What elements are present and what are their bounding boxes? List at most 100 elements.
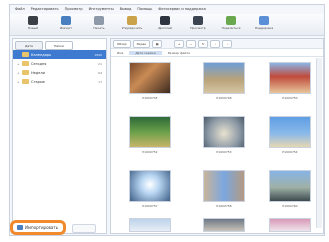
tree-item-label: Старые [31,79,45,84]
folder-icon [22,52,29,57]
import-icon [17,225,23,230]
thumbnail-label: P1000758 [216,204,232,208]
thumbnail[interactable] [269,62,311,94]
toolbar-label: Дисплей [158,26,172,30]
expand-icon[interactable]: + [17,80,20,84]
tree-item-calendar[interactable]: − Календарь 1840 [13,50,106,59]
thumbnail-panel: Обзор Экран ▦ + − ↻ ‹ › Имя Дата съёмки … [110,38,324,234]
vertical-scrollbar[interactable] [316,58,322,228]
toolbar-import-button[interactable]: Импорт [51,14,81,34]
app-window: Файл Редактировать Просмотр Инструменты … [9,4,325,236]
thumbnail[interactable] [129,218,171,232]
menu-photoservice[interactable]: Фотосервис и поддержка [158,7,205,11]
thumbnail-label: P1000757 [142,204,158,208]
thumbnail-label: P1000752 [142,150,158,154]
folder-tree: − Календарь 1840 + Сегодня 21 + Недели 6… [13,50,106,86]
toolbar-label: Импорт [60,26,72,30]
expand-icon[interactable]: + [17,62,20,66]
monitor-icon [28,16,38,25]
rotate-icon[interactable]: ↻ [198,39,209,48]
toolbar-display-button[interactable]: Дисплей [150,14,180,34]
thumbnail-label: P1000760 [282,204,298,208]
secondary-button[interactable] [72,224,96,233]
folder-icon [22,79,29,84]
tree-item-label: Календарь [31,52,52,57]
thumbnail[interactable] [269,170,311,202]
zoom-in-icon[interactable]: + [174,39,185,48]
toolbar-print-button[interactable]: Печать [84,14,114,34]
previous-icon[interactable]: ‹ [210,39,221,48]
toolbar-support-button[interactable]: Поддержка [249,14,279,34]
thumbnail[interactable] [269,218,311,232]
thumbnail-label: P1000753 [216,150,232,154]
tree-item-weeks[interactable]: + Недели 64 [13,68,106,77]
thumbnail-label: P1000750 [282,96,298,100]
print-icon [94,16,104,25]
menu-help[interactable]: Помощь [137,7,152,11]
zoom-out-icon[interactable]: − [186,39,197,48]
toolbar-label: Поделиться [221,26,241,30]
toolbar-label: Новый [27,26,39,30]
menu-edit[interactable]: Редактировать [31,7,59,11]
toolbar-new-button[interactable]: Новый [18,14,48,34]
import-button-label: Импортировать [25,225,59,230]
tree-item-today[interactable]: + Сегодня 21 [13,59,106,68]
tab-folders[interactable]: Папки [45,41,73,50]
menu-tools[interactable]: Инструменты [89,7,114,11]
menu-file[interactable]: Файл [15,7,25,11]
next-icon[interactable]: › [222,39,233,48]
share-icon [226,16,236,25]
column-date[interactable]: Дата съёмки [129,50,162,55]
tree-item-count: 1840 [94,52,102,57]
thumbnail[interactable] [203,116,245,148]
view-icon [193,16,203,25]
folder-icon [22,61,29,66]
thumbnail-grid: P1000745 P1000748 P1000750 P1000752 P100… [111,58,323,232]
column-name[interactable]: Имя [117,51,123,55]
thumbnail-toolbar: Обзор Экран ▦ + − ↻ ‹ › [111,39,323,49]
tree-item-label: Сегодня [31,61,47,66]
tab-screen[interactable]: Экран [132,39,151,48]
column-header: Имя Дата съёмки Размер файла [111,49,323,57]
main-toolbar: Новый Импорт Печать Упорядочить Дисплей … [10,14,324,36]
column-size[interactable]: Размер файла [168,51,190,55]
thumbnail-label: P1000748 [216,96,232,100]
organize-icon [127,16,137,25]
toolbar-label: Поддержка [254,26,274,30]
collapse-icon[interactable]: − [17,53,20,57]
folder-panel: Дата Папки − Календарь 1840 + Сегодня 21… [12,38,107,234]
tree-item-label: Недели [31,70,45,75]
toolbar-organize-button[interactable]: Упорядочить [117,14,147,34]
toolbar-label: Просмотр [190,26,206,30]
grid-view-icon[interactable]: ▦ [152,39,163,48]
folder-icon [22,70,29,75]
thumbnail-label: P1000745 [142,96,158,100]
thumbnail[interactable] [129,170,171,202]
support-icon [259,16,269,25]
toolbar-label: Упорядочить [121,26,143,30]
thumbnail[interactable] [129,62,171,94]
toolbar-view-button[interactable]: Просмотр [183,14,213,34]
tree-item-count: 21 [98,61,102,66]
toolbar-label: Печать [93,26,105,30]
import-button[interactable]: Импортировать [10,220,66,235]
thumbnail[interactable] [203,62,245,94]
import-icon [61,16,71,25]
thumbnail-label: P1000754 [282,150,298,154]
tab-browse[interactable]: Обзор [113,39,131,48]
thumbnail[interactable] [203,218,245,232]
tree-item-old[interactable]: + Старые 17 [13,77,106,86]
tree-item-count: 64 [98,70,102,75]
folder-panel-tabs: Дата Папки [13,39,106,50]
toolbar-share-button[interactable]: Поделиться [216,14,246,34]
tree-item-count: 17 [98,79,102,84]
thumbnail[interactable] [129,116,171,148]
thumbnail[interactable] [269,116,311,148]
thumbnail[interactable] [203,170,245,202]
menu-bar: Файл Редактировать Просмотр Инструменты … [10,5,324,13]
expand-icon[interactable]: + [17,71,20,75]
tab-date[interactable]: Дата [15,41,43,50]
menu-output[interactable]: Вывод [120,7,132,11]
menu-view[interactable]: Просмотр [65,7,83,11]
display-icon [160,16,170,25]
